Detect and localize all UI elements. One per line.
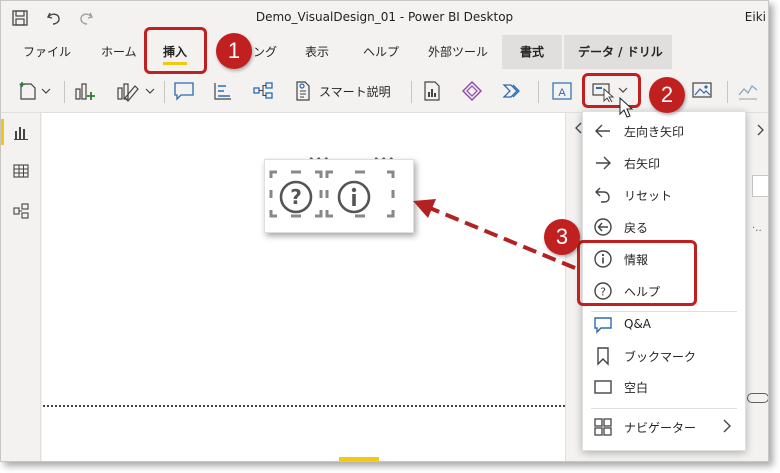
text-box-button[interactable]: A bbox=[551, 79, 573, 103]
inserted-buttons-preview: ? bbox=[264, 159, 414, 233]
model-view-button[interactable] bbox=[9, 199, 33, 223]
power-bi-window: Demo_VisualDesign_01 - Power BI Desktop … bbox=[0, 0, 769, 462]
pane-more-icon[interactable]: ·‥ bbox=[752, 223, 762, 234]
menu-item-label: リセット bbox=[624, 189, 673, 203]
power-apps-button[interactable] bbox=[461, 79, 483, 103]
page-boundary-line bbox=[43, 405, 565, 407]
text-box-icon: A bbox=[552, 82, 572, 100]
menu-item-reset[interactable]: リセット bbox=[583, 180, 745, 210]
menu-separator bbox=[591, 408, 737, 409]
smart-narrative-label: スマート説明 bbox=[319, 84, 391, 99]
help-button-icon[interactable]: ? bbox=[278, 179, 314, 215]
back-circle-icon bbox=[594, 218, 612, 236]
active-page-tab-indicator[interactable] bbox=[339, 457, 379, 461]
menu-item-navigator[interactable]: ナビゲーター bbox=[583, 412, 745, 442]
user-name[interactable]: Eiki bbox=[745, 10, 766, 24]
image-icon bbox=[692, 82, 712, 98]
tab-format[interactable]: 書式 bbox=[502, 35, 562, 69]
menu-item-bookmark[interactable]: ブックマーク bbox=[583, 341, 745, 371]
build-visual-button[interactable] bbox=[115, 79, 157, 103]
menu-item-label: ナビゲーター bbox=[624, 421, 697, 435]
toolbar-separator bbox=[538, 81, 539, 103]
toolbar-separator bbox=[164, 81, 165, 103]
decomposition-tree-button[interactable] bbox=[252, 79, 274, 103]
qna-visual-button[interactable] bbox=[173, 79, 195, 103]
svg-text:A: A bbox=[558, 87, 566, 99]
blank-icon bbox=[594, 380, 612, 394]
chevron-right-icon bbox=[723, 419, 731, 433]
new-visual-button[interactable] bbox=[73, 79, 99, 103]
sparkline-button[interactable] bbox=[737, 79, 759, 103]
tab-help[interactable]: ヘルプ bbox=[363, 35, 399, 69]
key-influencers-icon bbox=[214, 83, 231, 100]
menu-item-right-arrow[interactable]: 右矢印 bbox=[583, 148, 745, 178]
pane-toggle[interactable] bbox=[747, 393, 768, 403]
tab-external-tools[interactable]: 外部ツール bbox=[428, 35, 488, 69]
toolbar-separator bbox=[64, 81, 65, 103]
tab-file[interactable]: ファイル bbox=[23, 35, 71, 69]
arrow-right-icon bbox=[596, 156, 611, 170]
menu-item-left-arrow[interactable]: 左向き矢印 bbox=[583, 116, 745, 146]
new-page-icon bbox=[19, 82, 51, 100]
key-influencers-button[interactable] bbox=[212, 79, 234, 103]
paginated-report-button[interactable] bbox=[421, 79, 443, 103]
qna-visual-icon bbox=[174, 82, 194, 101]
ribbon-tabs: ファイル ホーム 挿入 ング 表示 ヘルプ 外部ツール 書式 データ / ドリル bbox=[1, 35, 768, 69]
menu-item-qna[interactable]: Q&A bbox=[583, 310, 745, 340]
menu-item-back[interactable]: 戻る bbox=[583, 212, 745, 242]
bookmark-icon bbox=[597, 347, 609, 366]
arrow-left-icon bbox=[595, 124, 610, 138]
mouse-cursor-icon bbox=[619, 97, 634, 118]
build-visual-icon bbox=[117, 83, 155, 102]
toolbar-separator bbox=[727, 81, 728, 103]
menu-item-label: Q&A bbox=[624, 317, 652, 331]
highlight-info-help-items bbox=[577, 240, 697, 306]
toolbar-separator bbox=[411, 81, 412, 103]
smart-narrative-button[interactable]: スマート説明 bbox=[293, 79, 391, 103]
svg-text:?: ? bbox=[290, 185, 302, 209]
report-view-button[interactable] bbox=[9, 120, 33, 144]
title-bar: Demo_VisualDesign_01 - Power BI Desktop … bbox=[1, 1, 768, 35]
expand-pane-icon[interactable] bbox=[753, 123, 767, 137]
highlight-insert-tab bbox=[144, 27, 207, 74]
step-badge-3: 3 bbox=[544, 219, 580, 255]
menu-item-label: ブックマーク bbox=[624, 350, 697, 364]
menu-item-blank[interactable]: 空白 bbox=[583, 372, 745, 402]
step-badge-1: 1 bbox=[216, 33, 252, 69]
new-page-button[interactable] bbox=[17, 79, 51, 103]
menu-item-label: 右矢印 bbox=[624, 157, 661, 171]
menu-item-label: 戻る bbox=[624, 221, 649, 235]
power-apps-icon bbox=[462, 81, 482, 101]
tab-data-drill[interactable]: データ / ドリル bbox=[564, 35, 672, 69]
active-view-indicator bbox=[1, 119, 4, 145]
navigator-icon bbox=[594, 418, 612, 436]
decomposition-tree-icon bbox=[253, 82, 273, 99]
table-view-icon bbox=[13, 164, 29, 178]
menu-item-label: 空白 bbox=[624, 381, 649, 395]
step-badge-2: 2 bbox=[649, 77, 685, 113]
power-automate-button[interactable] bbox=[501, 79, 523, 103]
table-view-button[interactable] bbox=[9, 159, 33, 183]
tab-view[interactable]: 表示 bbox=[305, 35, 329, 69]
power-automate-icon bbox=[502, 84, 520, 98]
window-title: Demo_VisualDesign_01 - Power BI Desktop bbox=[255, 10, 514, 24]
smart-narrative-icon bbox=[296, 81, 310, 101]
paginated-report-icon bbox=[424, 81, 440, 101]
new-visual-icon bbox=[75, 83, 95, 100]
reset-icon bbox=[595, 187, 610, 203]
report-view-icon bbox=[14, 127, 28, 140]
tab-home[interactable]: ホーム bbox=[101, 35, 137, 69]
info-button-icon[interactable] bbox=[336, 179, 372, 215]
image-button[interactable] bbox=[691, 79, 713, 103]
qna-icon bbox=[594, 317, 612, 334]
pane-search-box[interactable] bbox=[752, 175, 768, 197]
view-rail bbox=[1, 113, 41, 461]
sparkline-icon bbox=[738, 85, 758, 100]
menu-item-label: 左向き矢印 bbox=[624, 125, 685, 139]
tab-modeling[interactable]: ング bbox=[253, 35, 277, 69]
model-view-icon bbox=[13, 203, 29, 219]
